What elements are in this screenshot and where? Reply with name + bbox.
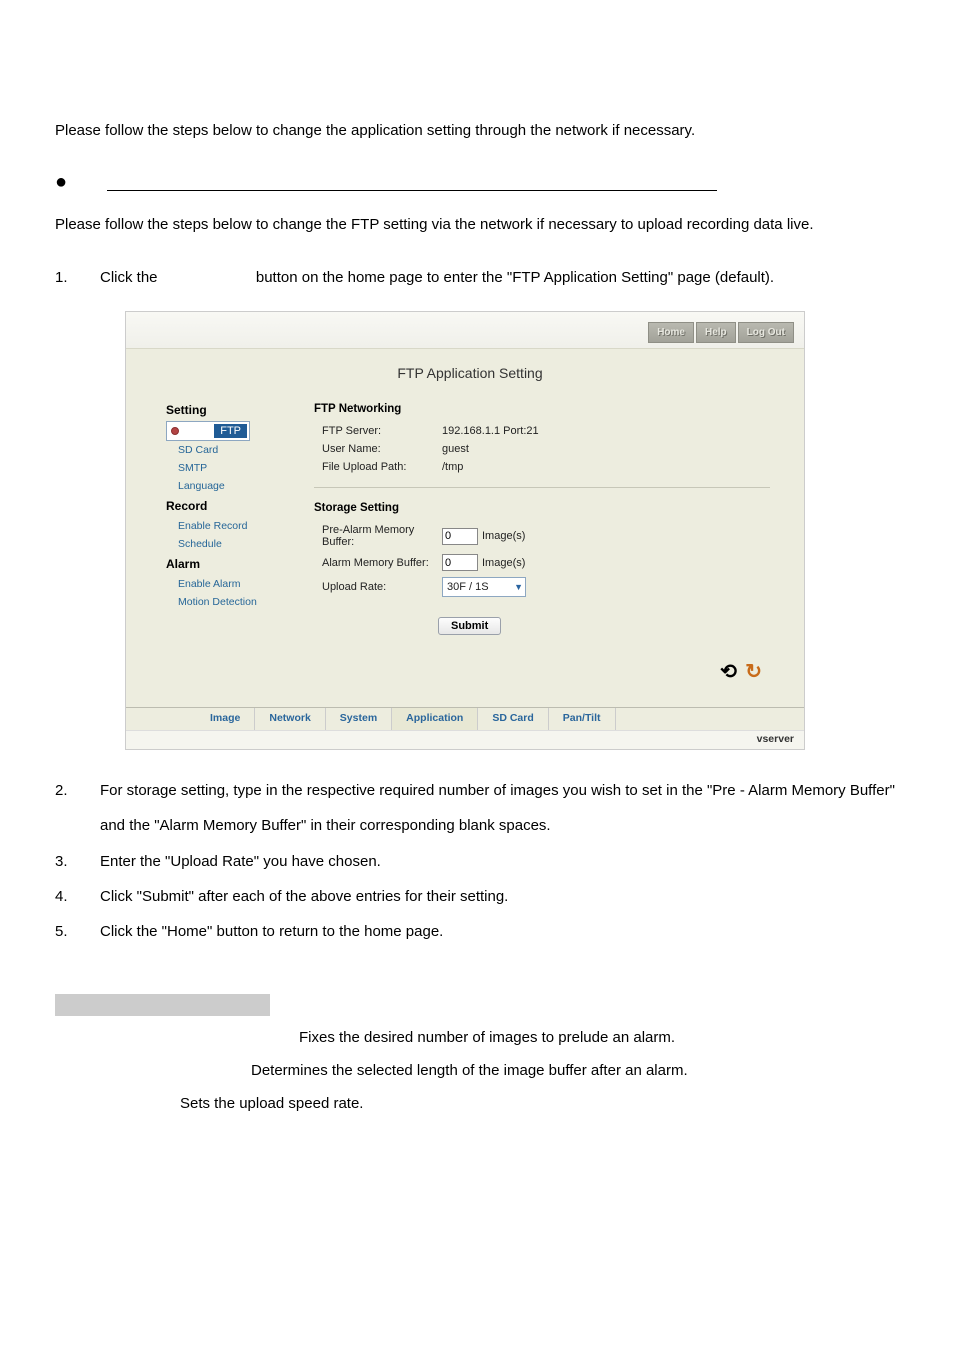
active-dot-icon (171, 427, 179, 435)
sidebar-head-setting: Setting (166, 403, 296, 417)
bullet-heading-row: ● (55, 171, 899, 194)
sidebar-item-motion[interactable]: Motion Detection (166, 593, 296, 611)
sidebar: Setting FTP SD Card SMTP Language Record… (166, 399, 296, 681)
sidebar-item-schedule[interactable]: Schedule (166, 535, 296, 553)
step-1-text: Click the button on the home page to ent… (100, 261, 899, 296)
upload-path-value: /tmp (442, 461, 463, 473)
step-num-5: 5. (55, 915, 100, 948)
tab-image[interactable]: Image (196, 708, 255, 730)
back-arrow-icon[interactable]: ⟲ (715, 659, 737, 681)
intro-text-2: Please follow the steps below to change … (55, 208, 899, 241)
submit-button[interactable]: Submit (438, 617, 501, 635)
sidebar-item-ftp-label: FTP (214, 424, 247, 438)
alarm-buffer-label: Alarm Memory Buffer: (314, 557, 442, 569)
desc-pre-alarm: Fixes the desired number of images to pr… (55, 1021, 899, 1054)
step-5-text: Click the "Home" button to return to the… (100, 915, 899, 948)
ftp-server-label: FTP Server: (314, 425, 442, 437)
upload-rate-value: 30F / 1S (447, 581, 489, 593)
step-num-1: 1. (55, 261, 100, 296)
section-storage-setting: Storage Setting (314, 502, 774, 514)
sidebar-item-sdcard[interactable]: SD Card (166, 441, 296, 459)
tab-network[interactable]: Network (255, 708, 325, 730)
sidebar-head-alarm: Alarm (166, 557, 296, 571)
step-3-text: Enter the "Upload Rate" you have chosen. (100, 845, 899, 878)
pre-alarm-label: Pre-Alarm Memory Buffer: (314, 524, 442, 548)
sidebar-item-enable-alarm[interactable]: Enable Alarm (166, 575, 296, 593)
username-value: guest (442, 443, 469, 455)
username-label: User Name: (314, 443, 442, 455)
step-num-2: 2. (55, 774, 100, 843)
bullet-dot-icon: ● (55, 171, 67, 194)
media-icons: ⟲ ↻ (314, 635, 774, 681)
refresh-icon[interactable]: ↻ (740, 659, 762, 681)
underline-placeholder (107, 174, 717, 191)
page-title: FTP Application Setting (166, 365, 774, 381)
pre-alarm-input[interactable] (442, 528, 478, 545)
desc-alarm-buffer: Determines the selected length of the im… (55, 1054, 899, 1087)
step-num-3: 3. (55, 845, 100, 878)
desc-upload-rate: Sets the upload speed rate. (55, 1087, 899, 1120)
logout-button[interactable]: Log Out (738, 322, 794, 343)
brand-footer: vserver (126, 730, 804, 749)
sidebar-head-record: Record (166, 499, 296, 513)
section-ftp-networking: FTP Networking (314, 403, 774, 415)
upload-path-label: File Upload Path: (314, 461, 442, 473)
description-highlight (55, 994, 270, 1016)
sidebar-item-ftp[interactable]: FTP (166, 421, 250, 441)
step-1b: button on the home page to enter the "FT… (256, 269, 774, 286)
step-4-text: Click "Submit" after each of the above e… (100, 880, 899, 913)
tab-system[interactable]: System (326, 708, 392, 730)
help-button[interactable]: Help (696, 322, 736, 343)
sidebar-item-enable-record[interactable]: Enable Record (166, 517, 296, 535)
sidebar-item-smtp[interactable]: SMTP (166, 459, 296, 477)
intro-text-1: Please follow the steps below to change … (55, 120, 899, 143)
alarm-buffer-input[interactable] (442, 554, 478, 571)
sidebar-item-language[interactable]: Language (166, 477, 296, 495)
step-num-4: 4. (55, 880, 100, 913)
step-1a: Click the (100, 269, 162, 286)
pre-alarm-unit: Image(s) (482, 530, 525, 542)
tab-application[interactable]: Application (392, 708, 478, 730)
step-2-text: For storage setting, type in the respect… (100, 774, 899, 843)
tab-pantilt[interactable]: Pan/Tilt (549, 708, 616, 730)
alarm-buffer-unit: Image(s) (482, 557, 525, 569)
chevron-down-icon: ▼ (514, 582, 523, 592)
tab-sdcard[interactable]: SD Card (478, 708, 548, 730)
home-button[interactable]: Home (648, 322, 694, 343)
ftp-app-screenshot: Home Help Log Out FTP Application Settin… (125, 311, 805, 750)
upload-rate-select[interactable]: 30F / 1S ▼ (442, 577, 526, 597)
upload-rate-label: Upload Rate: (314, 581, 442, 593)
ftp-server-value: 192.168.1.1 Port:21 (442, 425, 539, 437)
